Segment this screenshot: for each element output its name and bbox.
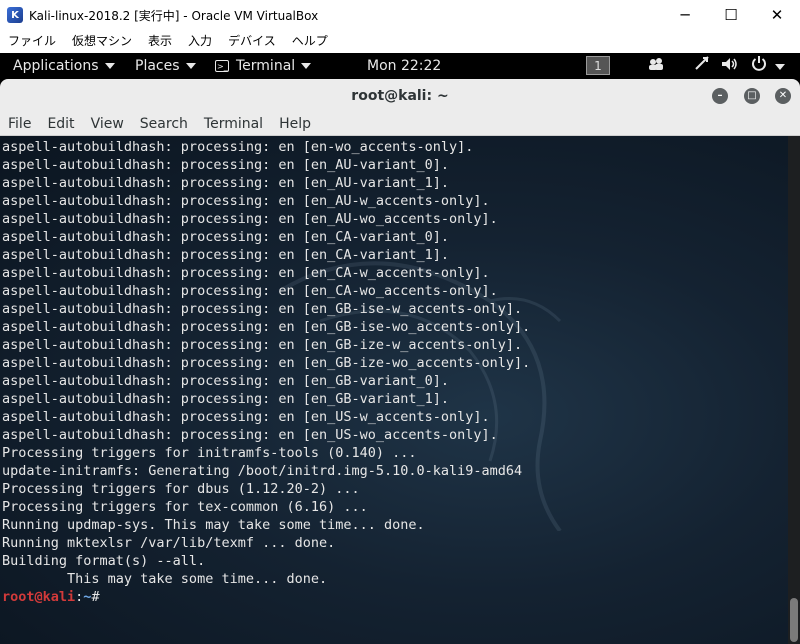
host-window-title: Kali-linux-2018.2 [実行中] - Oracle VM Virt… [29, 8, 319, 23]
terminal-icon: >_ [215, 60, 229, 72]
terminal-line: aspell-autobuildhash: processing: en [en… [2, 283, 498, 299]
applications-menu[interactable]: Applications [13, 53, 115, 79]
terminal-line: aspell-autobuildhash: processing: en [en… [2, 355, 531, 371]
terminal-output: aspell-autobuildhash: processing: en [en… [2, 138, 530, 606]
terminal-app-label: Terminal [236, 58, 296, 74]
terminal-line: aspell-autobuildhash: processing: en [en… [2, 247, 450, 263]
host-titlebar: K Kali-linux-2018.2 [実行中] - Oracle VM Vi… [0, 0, 800, 30]
terminal-line: Processing triggers for tex-common (6.16… [2, 499, 368, 515]
host-menubar: ファイル 仮想マシン 表示 入力 デバイス ヘルプ [0, 30, 800, 53]
places-menu[interactable]: Places [135, 53, 196, 79]
terminal-line: aspell-autobuildhash: processing: en [en… [2, 175, 450, 191]
terminal-line: This may take some time... done. [2, 571, 328, 587]
terminal-line: aspell-autobuildhash: processing: en [en… [2, 211, 498, 227]
terminal-line: Running updmap-sys. This may take some t… [2, 517, 425, 533]
terminal-close-button[interactable]: ✕ [775, 88, 791, 104]
terminal-line: aspell-autobuildhash: processing: en [en… [2, 409, 490, 425]
host-window-controls: ─ ☐ ✕ [662, 0, 800, 30]
terminal-line: Processing triggers for dbus (1.12.20-2)… [2, 481, 360, 497]
terminal-line: aspell-autobuildhash: processing: en [en… [2, 337, 523, 353]
chevron-down-icon [104, 63, 115, 69]
terminal-app-menu[interactable]: >_ Terminal [215, 53, 312, 79]
terminal-menu-search[interactable]: Search [132, 113, 196, 135]
terminal-line: aspell-autobuildhash: processing: en [en… [2, 139, 474, 155]
terminal-line: Building format(s) --all. [2, 553, 206, 569]
terminal-line: aspell-autobuildhash: processing: en [en… [2, 391, 450, 407]
host-menu-input[interactable]: 入力 [180, 30, 220, 53]
terminal-line: Running mktexlsr /var/lib/texmf ... done… [2, 535, 336, 551]
terminal-line: aspell-autobuildhash: processing: en [en… [2, 301, 523, 317]
scrollbar-thumb[interactable] [790, 598, 798, 642]
terminal-menubar: File Edit View Search Terminal Help [0, 113, 800, 136]
terminal-prompt[interactable]: root@kali:~# [2, 588, 530, 606]
host-menu-help[interactable]: ヘルプ [284, 30, 336, 53]
gnome-top-bar: Applications Places >_ Terminal Mon 22:22 [0, 53, 800, 79]
terminal-scrollbar[interactable] [788, 136, 800, 644]
terminal-menu-file[interactable]: File [0, 113, 39, 135]
prompt-symbol: # [91, 589, 100, 605]
close-button[interactable]: ✕ [754, 0, 800, 30]
places-label: Places [135, 58, 180, 74]
power-icon[interactable] [748, 53, 770, 79]
terminal-line: aspell-autobuildhash: processing: en [en… [2, 157, 450, 173]
network-icon[interactable] [692, 53, 712, 79]
chevron-down-icon [185, 63, 196, 69]
terminal-line: aspell-autobuildhash: processing: en [en… [2, 373, 450, 389]
chevron-down-icon[interactable] [772, 53, 788, 79]
terminal-line: aspell-autobuildhash: processing: en [en… [2, 193, 490, 209]
terminal-window-title: root@kali: ~ [351, 88, 449, 104]
workspace-indicator[interactable]: 1 [586, 56, 610, 75]
terminal-line: aspell-autobuildhash: processing: en [en… [2, 319, 531, 335]
host-menu-devices[interactable]: デバイス [220, 30, 284, 53]
chevron-down-icon [301, 63, 312, 69]
terminal-content-area[interactable]: aspell-autobuildhash: processing: en [en… [0, 136, 788, 644]
terminal-maximize-button[interactable]: □ [744, 88, 760, 104]
terminal-line: aspell-autobuildhash: processing: en [en… [2, 265, 490, 281]
applications-label: Applications [13, 58, 99, 74]
maximize-button[interactable]: ☐ [708, 0, 754, 30]
clock[interactable]: Mon 22:22 [367, 53, 441, 79]
people-icon[interactable] [646, 53, 666, 79]
terminal-menu-edit[interactable]: Edit [39, 113, 82, 135]
terminal-line: Processing triggers for initramfs-tools … [2, 445, 417, 461]
prompt-user: root@kali [2, 589, 76, 605]
volume-icon[interactable] [720, 53, 740, 79]
host-menu-file[interactable]: ファイル [0, 30, 64, 53]
terminal-minimize-button[interactable]: – [712, 88, 728, 104]
host-menu-view[interactable]: 表示 [140, 30, 180, 53]
terminal-line: aspell-autobuildhash: processing: en [en… [2, 229, 450, 245]
terminal-headerbar: root@kali: ~ – □ ✕ [0, 79, 800, 113]
terminal-menu-view[interactable]: View [83, 113, 132, 135]
terminal-line: aspell-autobuildhash: processing: en [en… [2, 427, 498, 443]
virtualbox-logo-icon: K [7, 7, 23, 23]
terminal-menu-help[interactable]: Help [271, 113, 319, 135]
terminal-line: update-initramfs: Generating /boot/initr… [2, 463, 523, 479]
terminal-menu-terminal[interactable]: Terminal [196, 113, 271, 135]
minimize-button[interactable]: ─ [662, 0, 708, 30]
host-menu-machine[interactable]: 仮想マシン [64, 30, 140, 53]
